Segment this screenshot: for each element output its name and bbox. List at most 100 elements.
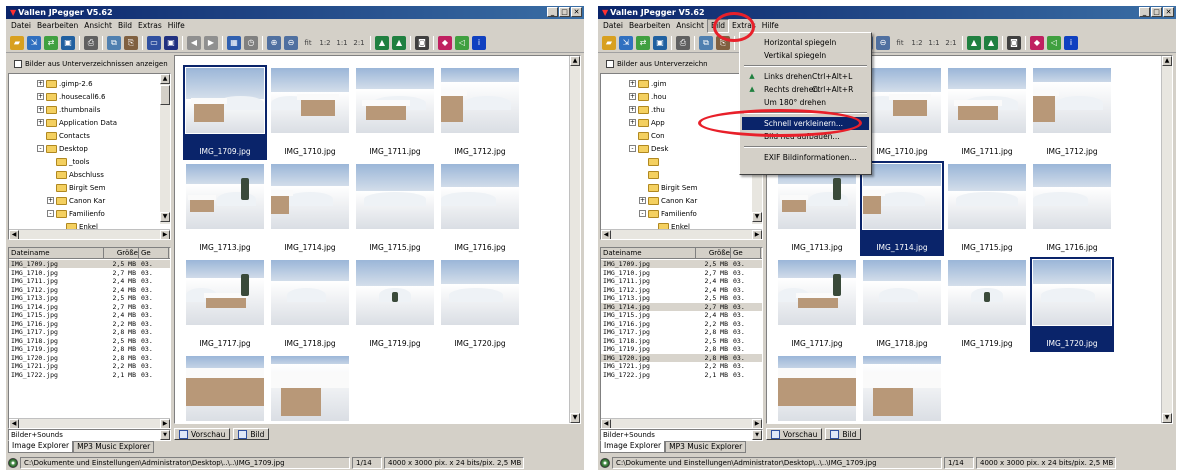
thumbnail[interactable]: IMG_1713.jpg [183, 161, 267, 256]
tree-item[interactable]: - Desk [629, 143, 668, 154]
file-row[interactable]: IMG_1713.jpg 2,5 MB 03. [601, 294, 762, 302]
zoom-12-icon[interactable]: 1:2 [910, 36, 924, 50]
thumbnail[interactable]: IMG_1719.jpg [945, 257, 1029, 352]
file-row[interactable]: IMG_1715.jpg 2,4 MB 03. [9, 311, 170, 319]
slideshow-icon[interactable]: ▣ [61, 35, 75, 50]
thumbnail[interactable] [860, 353, 944, 423]
open-folder-icon[interactable]: ▰ [10, 35, 24, 50]
menu-extras[interactable]: Extras [135, 20, 165, 32]
tree-item[interactable]: - Desktop [37, 143, 88, 154]
thumbnail[interactable]: IMG_1718.jpg [860, 257, 944, 352]
camera-icon[interactable]: ◙ [415, 35, 429, 50]
thumbnail[interactable] [775, 353, 859, 423]
file-row[interactable]: IMG_1712.jpg 2,4 MB 03. [601, 286, 762, 294]
close-button[interactable]: ✕ [571, 7, 582, 17]
scroll-right-icon[interactable]: ▶ [752, 230, 762, 239]
file-row[interactable]: IMG_1710.jpg 2,7 MB 03. [601, 269, 762, 277]
print-icon[interactable]: ⎙ [676, 35, 690, 50]
tree-expander-icon[interactable]: + [629, 119, 636, 126]
zoom-12-icon[interactable]: 1:2 [318, 36, 332, 50]
file-row[interactable]: IMG_1721.jpg 2,2 MB 03. [9, 362, 170, 370]
file-row[interactable]: IMG_1716.jpg 2,2 MB 03. [9, 320, 170, 328]
scroll-left-icon[interactable]: ◀ [601, 230, 611, 239]
tree-expander-icon[interactable]: - [47, 210, 54, 217]
menu-item-horizontal-spiegeln[interactable]: Horizontal spiegeln [742, 36, 869, 49]
thumbnails-icon[interactable]: ▦ [227, 35, 241, 50]
file-row[interactable]: IMG_1712.jpg 2,4 MB 03. [9, 286, 170, 294]
tree-item[interactable]: - Familienfo [47, 208, 105, 219]
scroll-right-icon[interactable]: ▶ [160, 230, 170, 239]
thumbnail[interactable]: IMG_1711.jpg [945, 65, 1029, 160]
thumbnail[interactable]: IMG_1715.jpg [353, 161, 437, 256]
checkbox-box[interactable] [606, 60, 614, 68]
copy-icon[interactable]: ⧉ [107, 35, 121, 50]
thumbnail-vertical-scrollbar[interactable]: ▲ ▼ [569, 56, 580, 423]
include-subfolders-checkbox[interactable]: Bilder aus Unterverzeichnissen anzeigen [8, 57, 171, 71]
menu-hilfe[interactable]: Hilfe [759, 20, 782, 32]
menu-bearbeiten[interactable]: Bearbeiten [34, 20, 81, 32]
file-filter-select[interactable]: Bilder+Sounds ▼ [8, 429, 171, 441]
file-row[interactable]: IMG_1717.jpg 2,8 MB 03. [601, 328, 762, 336]
tree-item[interactable]: + Canon Kar [47, 195, 105, 206]
tree-item[interactable]: Birgit Sem [639, 182, 697, 193]
tree-item[interactable]: + Application Data [37, 117, 117, 128]
sound-icon[interactable]: ◁ [1047, 35, 1061, 50]
thumbnail[interactable]: IMG_1717.jpg [183, 257, 267, 352]
fit-icon[interactable]: fit [301, 36, 315, 50]
menu-hilfe[interactable]: Hilfe [165, 20, 188, 32]
column-header-name[interactable]: Dateiname [601, 248, 696, 258]
thumbnail-area[interactable]: IMG_1709.jpg IMG_1710.jpg IMG_1711.jpg IMG_… [174, 55, 581, 424]
prev-icon[interactable]: ◀ [187, 35, 201, 50]
menu-bearbeiten[interactable]: Bearbeiten [626, 20, 673, 32]
file-row[interactable]: IMG_1716.jpg 2,2 MB 03. [601, 320, 762, 328]
file-row[interactable]: IMG_1719.jpg 2,8 MB 03. [601, 345, 762, 353]
column-header-name[interactable]: Dateiname [9, 248, 104, 258]
scroll-right-icon[interactable]: ▶ [752, 419, 762, 428]
tab-image-explorer[interactable]: Image Explorer [600, 441, 666, 453]
scroll-down-icon[interactable]: ▼ [160, 212, 170, 222]
tree-item[interactable] [639, 169, 661, 180]
tree-item[interactable]: + .gimp-2.6 [37, 78, 93, 89]
tab-vorschau[interactable]: Vorschau [766, 428, 823, 440]
tree-expander-icon[interactable]: + [629, 80, 636, 87]
camera-icon[interactable]: ◙ [1007, 35, 1021, 50]
file-row[interactable]: IMG_1711.jpg 2,4 MB 03. [9, 277, 170, 285]
file-row[interactable]: IMG_1714.jpg 2,7 MB 03. [9, 303, 170, 311]
tree-item[interactable]: + .thu [629, 104, 665, 115]
thumbnail[interactable]: IMG_1709.jpg [183, 65, 267, 160]
tree-expander-icon[interactable]: - [629, 145, 636, 152]
zoom-11-icon[interactable]: 1:1 [927, 36, 941, 50]
thumbnail[interactable] [268, 353, 352, 423]
tree-expander-icon[interactable]: + [47, 197, 54, 204]
menu-item-vertikal-spiegeln[interactable]: Vertikal spiegeln [742, 49, 869, 62]
scroll-down-icon[interactable]: ▼ [1162, 413, 1172, 423]
file-filter-select[interactable]: Bilder+Sounds ▼ [600, 429, 763, 441]
menu-datei[interactable]: Datei [8, 20, 34, 32]
column-header-size[interactable]: Größe [696, 248, 731, 258]
maximize-button[interactable]: □ [559, 7, 570, 17]
scroll-up-icon[interactable]: ▲ [160, 74, 170, 84]
thumbnail[interactable]: IMG_1712.jpg [438, 65, 522, 160]
tree-horizontal-scrollbar[interactable]: ◀ ▶ [601, 229, 762, 239]
tree-item[interactable]: + Canon Kar [639, 195, 697, 206]
timer-icon[interactable]: ◷ [244, 35, 258, 50]
file-row[interactable]: IMG_1709.jpg 2,5 MB 03. [9, 260, 170, 268]
tab-mp3-explorer[interactable]: MP3 Music Explorer [73, 441, 155, 453]
paste-icon[interactable]: ⎘ [124, 35, 138, 50]
rotate-right-icon[interactable]: ▲ [392, 35, 406, 50]
file-row[interactable]: IMG_1713.jpg 2,5 MB 03. [9, 294, 170, 302]
thumbnail[interactable]: IMG_1710.jpg [268, 65, 352, 160]
rotate-right-icon[interactable]: ▲ [984, 35, 998, 50]
scroll-right-icon[interactable]: ▶ [160, 419, 170, 428]
scroll-thumb[interactable] [160, 85, 170, 105]
tree-item[interactable]: Birgit Sem [47, 182, 105, 193]
minimize-button[interactable]: _ [1139, 7, 1150, 17]
scroll-left-icon[interactable]: ◀ [601, 419, 611, 428]
close-button[interactable]: ✕ [1163, 7, 1174, 17]
tree-item[interactable]: + .housecall6.6 [37, 91, 106, 102]
tree-item[interactable]: Contacts [37, 130, 90, 141]
scroll-down-icon[interactable]: ▼ [752, 212, 762, 222]
tree-expander-icon[interactable]: + [37, 119, 44, 126]
file-list-horizontal-scrollbar[interactable]: ◀ ▶ [9, 418, 170, 428]
thumbnail[interactable]: IMG_1711.jpg [353, 65, 437, 160]
